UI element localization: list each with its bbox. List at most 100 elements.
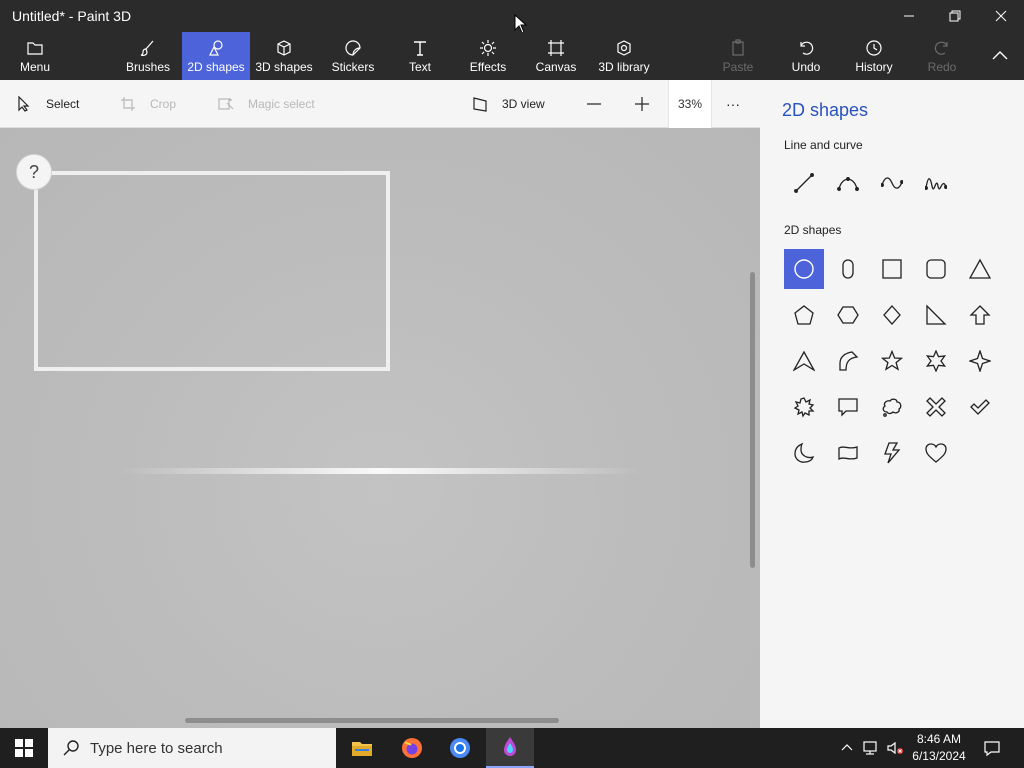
paste-button[interactable]: Paste: [716, 32, 760, 80]
canvas-label: Canvas: [535, 60, 577, 74]
history-button[interactable]: History: [848, 32, 900, 80]
speech-bubble-icon[interactable]: [828, 387, 868, 427]
network-status[interactable]: [860, 728, 882, 768]
multi-wave-icon[interactable]: [916, 163, 956, 203]
search-icon: [63, 740, 79, 756]
burst-icon[interactable]: [784, 387, 824, 427]
close-button[interactable]: [978, 0, 1024, 32]
more-options-label: ···: [726, 96, 740, 112]
square-icon[interactable]: [872, 249, 912, 289]
file-explorer-app[interactable]: [338, 728, 386, 768]
start-button[interactable]: [0, 728, 48, 768]
triangle-icon[interactable]: [960, 249, 1000, 289]
taskbar-search[interactable]: Type here to search: [48, 728, 336, 768]
effects-tab[interactable]: Effects: [464, 32, 512, 80]
canvas-floor-highlight: [120, 468, 640, 474]
vertical-scrollbar[interactable]: [750, 272, 755, 568]
paste-label: Paste: [722, 60, 754, 74]
undo-button[interactable]: Undo: [782, 32, 830, 80]
lightning-icon[interactable]: [872, 433, 912, 473]
paint-3d-icon: [504, 737, 516, 756]
stickers-tab[interactable]: Stickers: [326, 32, 380, 80]
notifications-button[interactable]: [978, 728, 1006, 768]
arrow-up-icon[interactable]: [960, 295, 1000, 335]
2d-shapes-label: 2D shapes: [187, 60, 245, 74]
3d-view-toggle[interactable]: 3D view: [472, 80, 545, 128]
heart-icon[interactable]: [916, 433, 956, 473]
sub-toolbar: Select Crop Magic select 3D view ···: [0, 80, 760, 128]
brushes-tab[interactable]: Brushes: [120, 32, 176, 80]
diamond-icon[interactable]: [872, 295, 912, 335]
cube-icon: [274, 38, 294, 58]
rounded-square-icon[interactable]: [916, 249, 956, 289]
restore-button[interactable]: [932, 0, 978, 32]
pointer-icon: [18, 96, 30, 112]
3d-library-tab[interactable]: 3D library: [594, 32, 654, 80]
line-icon[interactable]: [784, 163, 824, 203]
chrome-icon: [450, 738, 470, 758]
clock-time: 8:46 AM: [916, 732, 962, 746]
minus-icon: [587, 103, 601, 105]
close-icon: [995, 10, 1007, 22]
horizontal-scrollbar[interactable]: [185, 718, 559, 723]
zoom-in-button[interactable]: [634, 80, 664, 128]
more-options-button[interactable]: ···: [726, 80, 740, 128]
select-tool[interactable]: Select: [16, 80, 79, 128]
minimize-button[interactable]: [886, 0, 932, 32]
sun-icon: [478, 38, 498, 58]
magic-select-tool[interactable]: Magic select: [218, 80, 315, 128]
zoom-level[interactable]: 33%: [668, 80, 712, 128]
banner-icon[interactable]: [828, 433, 868, 473]
magic-select-icon: [218, 98, 234, 110]
thought-bubble-icon[interactable]: [872, 387, 912, 427]
3d-view-label: 3D view: [502, 97, 545, 111]
tray-overflow-button[interactable]: [838, 728, 856, 768]
star-five-icon[interactable]: [872, 341, 912, 381]
2d-shapes-tab[interactable]: 2D shapes: [182, 32, 250, 80]
drawn-rectangle[interactable]: [34, 171, 390, 371]
help-button[interactable]: ?: [16, 154, 52, 190]
system-clock[interactable]: 8:46 AM 6/13/2024: [905, 731, 973, 765]
chrome-app[interactable]: [436, 728, 484, 768]
canvas-area[interactable]: ?: [0, 128, 760, 728]
text-tab[interactable]: Text: [398, 32, 442, 80]
wave-icon[interactable]: [872, 163, 912, 203]
firefox-app[interactable]: [388, 728, 436, 768]
pentagon-icon[interactable]: [784, 295, 824, 335]
collapse-ribbon-button[interactable]: [980, 32, 1020, 80]
canvas-icon: [546, 38, 566, 58]
mouse-cursor-icon: [514, 14, 528, 34]
crescent-icon[interactable]: [784, 433, 824, 473]
notifications-icon: [984, 741, 1000, 757]
zoom-out-button[interactable]: [586, 80, 616, 128]
3d-shapes-tab[interactable]: 3D shapes: [254, 32, 314, 80]
chevron-up-icon: [990, 46, 1010, 66]
undo-label: Undo: [791, 60, 821, 74]
arrowhead-icon[interactable]: [784, 341, 824, 381]
cross-icon[interactable]: [916, 387, 956, 427]
quarter-circle-icon[interactable]: [828, 341, 868, 381]
hexagon-icon[interactable]: [828, 295, 868, 335]
sticker-icon: [343, 38, 363, 58]
clock-date: 6/13/2024: [912, 749, 966, 763]
library-icon: [614, 38, 634, 58]
star-six-icon[interactable]: [916, 341, 956, 381]
canvas-tab[interactable]: Canvas: [532, 32, 580, 80]
redo-button[interactable]: Redo: [920, 32, 964, 80]
line-curve-heading: Line and curve: [784, 138, 863, 152]
network-icon: [863, 741, 877, 755]
paint-3d-app[interactable]: [486, 728, 534, 768]
3d-shapes-label: 3D shapes: [255, 60, 313, 74]
checkmark-icon[interactable]: [960, 387, 1000, 427]
curve-icon[interactable]: [828, 163, 868, 203]
circle-icon[interactable]: [784, 249, 824, 289]
history-icon: [864, 38, 884, 58]
volume-status[interactable]: [884, 728, 906, 768]
capsule-icon[interactable]: [828, 249, 868, 289]
right-triangle-icon[interactable]: [916, 295, 956, 335]
crop-tool[interactable]: Crop: [120, 80, 176, 128]
star-four-icon[interactable]: [960, 341, 1000, 381]
menu-button[interactable]: Menu: [6, 32, 64, 80]
2d-shapes-icon: [206, 38, 226, 58]
crop-label: Crop: [150, 97, 177, 111]
